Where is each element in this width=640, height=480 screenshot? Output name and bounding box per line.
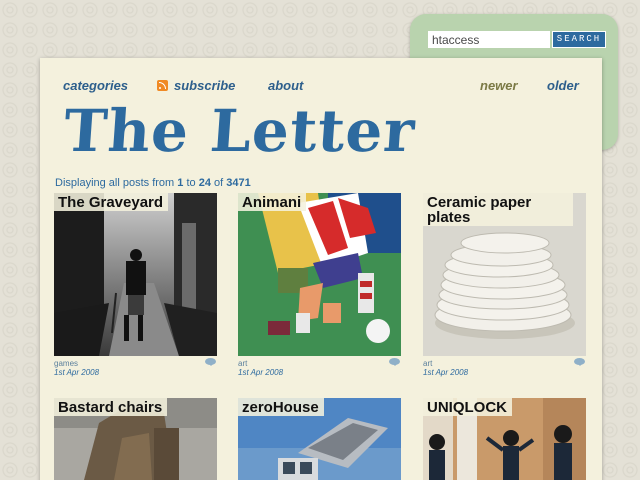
posts-count-info: Displaying all posts from 1 to 24 of 347… <box>55 177 251 189</box>
post-thumbnail[interactable] <box>238 193 401 356</box>
nav-categories-link[interactable]: categories <box>63 78 128 93</box>
posts-info-from: 1 <box>177 177 184 189</box>
post-thumbnail[interactable] <box>54 193 217 356</box>
comment-icon[interactable] <box>574 358 585 366</box>
post-category[interactable]: art <box>423 359 432 368</box>
nav-older-link[interactable]: older <box>547 78 579 93</box>
rss-icon <box>157 80 168 91</box>
nav-about-link[interactable]: about <box>268 78 303 93</box>
post-date: 1st Apr 2008 <box>54 368 100 377</box>
posts-info-to-word: to <box>186 177 196 189</box>
post-title[interactable]: Animani <box>238 193 307 211</box>
post-title[interactable]: UNIQLOCK <box>423 398 512 416</box>
comment-icon[interactable] <box>205 358 216 366</box>
post-category[interactable]: games <box>54 359 78 368</box>
post-category[interactable]: art <box>238 359 247 368</box>
search-button[interactable]: SEARCH <box>552 31 606 48</box>
post-date: 1st Apr 2008 <box>238 368 284 377</box>
site-logo[interactable]: The Letter <box>62 96 418 166</box>
post-title[interactable]: zeroHouse <box>238 398 324 416</box>
nav-subscribe-link[interactable]: subscribe <box>174 78 235 93</box>
posts-info-prefix: Displaying all posts from <box>55 177 175 189</box>
comment-icon[interactable] <box>389 358 400 366</box>
post-title[interactable]: Ceramic paper plates <box>423 193 573 226</box>
post-title[interactable]: Bastard chairs <box>54 398 168 416</box>
posts-info-total: 3471 <box>226 177 251 189</box>
post-date: 1st Apr 2008 <box>423 368 469 377</box>
posts-info-to: 24 <box>198 177 211 189</box>
nav-newer-link[interactable]: newer <box>480 78 518 93</box>
post-title[interactable]: The Graveyard <box>54 193 169 211</box>
posts-info-of-word: of <box>214 177 224 189</box>
search-input[interactable] <box>428 31 550 48</box>
